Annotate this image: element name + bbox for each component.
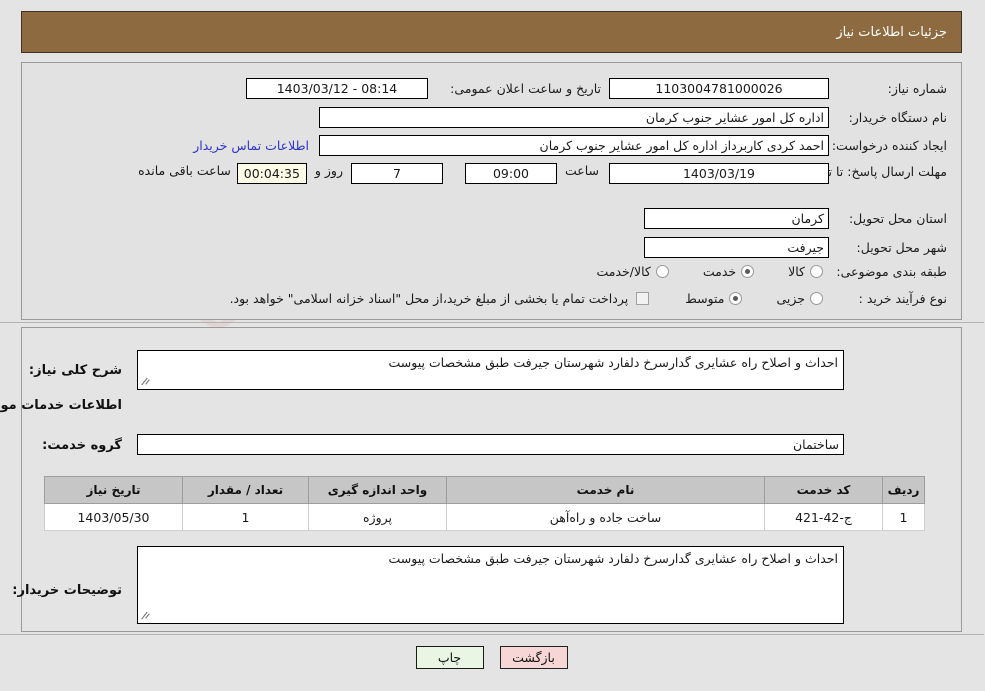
purchase-process-label: نوع فرآیند خرید : — [859, 291, 948, 306]
radio-option-jozee[interactable]: جزیی — [775, 291, 824, 306]
countdown-field[interactable]: 00:04:35 — [237, 163, 308, 184]
cell-unit: پروژه — [309, 503, 448, 531]
cell-need-date: 1403/05/30 — [45, 503, 184, 531]
row-public-announcement: تاریخ و ساعت اعلان عمومی: 08:14 - 1403/0… — [247, 78, 602, 99]
delivery-province-field[interactable]: کرمان — [645, 208, 830, 229]
table-header-row: ردیف کد خدمت نام خدمت واحد اندازه گیری ت… — [45, 476, 926, 504]
public-announcement-field[interactable]: 08:14 - 1403/03/12 — [247, 78, 429, 99]
radio-icon-khedmat[interactable] — [742, 265, 756, 278]
need-number-field[interactable]: 1103004781000026 — [610, 78, 830, 99]
row-purchase-process: نوع فرآیند خرید : جزیی متوسط پرداخت تمام… — [231, 291, 948, 306]
service-group-field[interactable]: ساختمان — [138, 434, 845, 455]
radio-option-motevaset[interactable]: متوسط — [684, 291, 744, 306]
th-service-code: کد خدمت — [765, 476, 884, 504]
services-info-heading: اطلاعات خدمات مورد نیاز — [0, 398, 123, 413]
row-delivery-city: شهر محل تحویل: جیرفت — [645, 237, 948, 258]
resize-grip-icon-notes[interactable] — [142, 611, 152, 621]
request-creator-field[interactable]: احمد کردی کاربرداز اداره کل امور عشایر ج… — [320, 135, 830, 156]
buyer-org-label: نام دستگاه خریدار: — [849, 110, 948, 125]
service-group-label: گروه خدمت: — [43, 438, 123, 453]
radio-icon-motevaset[interactable] — [730, 292, 744, 305]
hour-label: ساعت — [565, 163, 600, 178]
radio-label-jozee: جزیی — [777, 291, 806, 306]
row-buyer-org: نام دستگاه خریدار: اداره کل امور عشایر ج… — [320, 107, 948, 128]
row-response-deadline: مهلت ارسال پاسخ: تا تاریخ: 1403/03/19 سا… — [139, 163, 948, 184]
radio-label-khedmat: خدمت — [703, 264, 738, 279]
th-need-date: تاریخ نیاز — [45, 476, 184, 504]
radio-option-kala-khedmat[interactable]: کالا/خدمت — [595, 264, 670, 279]
treasury-bond-note: پرداخت تمام یا بخشی از مبلغ خرید،از محل … — [230, 291, 630, 306]
response-deadline-label: مهلت ارسال پاسخ: تا تاریخ: — [803, 164, 948, 179]
th-row-no: ردیف — [883, 476, 926, 504]
buyer-org-field[interactable]: اداره کل امور عشایر جنوب کرمان — [320, 107, 830, 128]
delivery-city-label: شهر محل تحویل: — [857, 240, 948, 255]
row-request-creator: ایجاد کننده درخواست: احمد کردی کاربرداز … — [194, 135, 948, 156]
row-need-number: شماره نیاز: 1103004781000026 — [610, 78, 948, 99]
resize-grip-icon[interactable] — [142, 377, 152, 387]
general-desc-textarea[interactable]: احداث و اصلاح راه عشایری گدارسرخ دلفارد … — [138, 350, 845, 390]
cell-quantity: 1 — [183, 503, 310, 531]
cell-service-code: ج-42-421 — [765, 503, 884, 531]
radio-icon-jozee[interactable] — [811, 292, 824, 305]
radio-label-kala-khedmat: کالا/خدمت — [597, 264, 652, 279]
subject-category-radio-group[interactable]: کالا خدمت کالا/خدمت — [595, 264, 824, 279]
th-quantity: تعداد / مقدار — [183, 476, 310, 504]
delivery-province-label: استان محل تحویل: — [849, 211, 948, 226]
buyer-contact-link[interactable]: اطلاعات تماس خریدار — [194, 138, 310, 153]
section-divider-top — [0, 322, 985, 323]
back-button[interactable]: بازگشت — [500, 646, 569, 669]
treasury-bond-checkbox[interactable] — [637, 292, 651, 305]
deadline-hour-field[interactable]: 09:00 — [465, 163, 558, 184]
cell-row-no: 1 — [883, 503, 926, 531]
buyer-notes-textarea[interactable]: احداث و اصلاح راه عشایری گدارسرخ دلفارد … — [138, 546, 845, 624]
section-divider-bottom — [0, 634, 985, 635]
cell-service-name: ساخت جاده و راه‌آهن — [447, 503, 766, 531]
page-title: جزئیات اطلاعات نیاز — [837, 24, 948, 40]
action-button-bar: بازگشت چاپ — [0, 646, 985, 669]
radio-option-kala[interactable]: کالا — [787, 264, 824, 279]
purchase-process-radio-group[interactable]: جزیی متوسط — [684, 291, 824, 306]
page-header: جزئیات اطلاعات نیاز — [22, 11, 963, 53]
need-number-label: شماره نیاز: — [888, 81, 948, 96]
deadline-date-field[interactable]: 1403/03/19 — [610, 163, 830, 184]
buyer-notes-label: توضیحات خریدار: — [13, 583, 123, 598]
print-button[interactable]: چاپ — [416, 646, 485, 669]
row-subject-category: طبقه بندی موضوعی: کالا خدمت کالا/خدمت — [595, 264, 948, 279]
remaining-days-field[interactable]: 7 — [351, 163, 444, 184]
public-announcement-label: تاریخ و ساعت اعلان عمومی: — [451, 81, 602, 96]
th-service-name: نام خدمت — [447, 476, 766, 504]
request-creator-label: ایجاد کننده درخواست: — [832, 138, 948, 153]
delivery-city-field[interactable]: جیرفت — [645, 237, 830, 258]
need-summary-panel: شماره نیاز: 1103004781000026 تاریخ و ساع… — [22, 62, 963, 320]
radio-icon-kala[interactable] — [811, 265, 824, 278]
radio-option-khedmat[interactable]: خدمت — [702, 264, 756, 279]
th-unit: واحد اندازه گیری — [309, 476, 448, 504]
radio-label-kala: کالا — [789, 264, 806, 279]
countdown-label: ساعت باقی مانده — [139, 163, 232, 178]
row-delivery-province: استان محل تحویل: کرمان — [645, 208, 948, 229]
subject-category-label: طبقه بندی موضوعی: — [837, 264, 948, 279]
radio-label-motevaset: متوسط — [686, 291, 726, 306]
radio-icon-kala-khedmat[interactable] — [656, 265, 670, 278]
days-label: روز و — [315, 163, 344, 178]
table-row: 1 ج-42-421 ساخت جاده و راه‌آهن پروژه 1 1… — [45, 503, 926, 531]
service-items-table: ردیف کد خدمت نام خدمت واحد اندازه گیری ت… — [45, 476, 926, 531]
buyer-notes-value: احداث و اصلاح راه عشایری گدارسرخ دلفارد … — [389, 551, 839, 566]
general-desc-value: احداث و اصلاح راه عشایری گدارسرخ دلفارد … — [389, 355, 839, 370]
